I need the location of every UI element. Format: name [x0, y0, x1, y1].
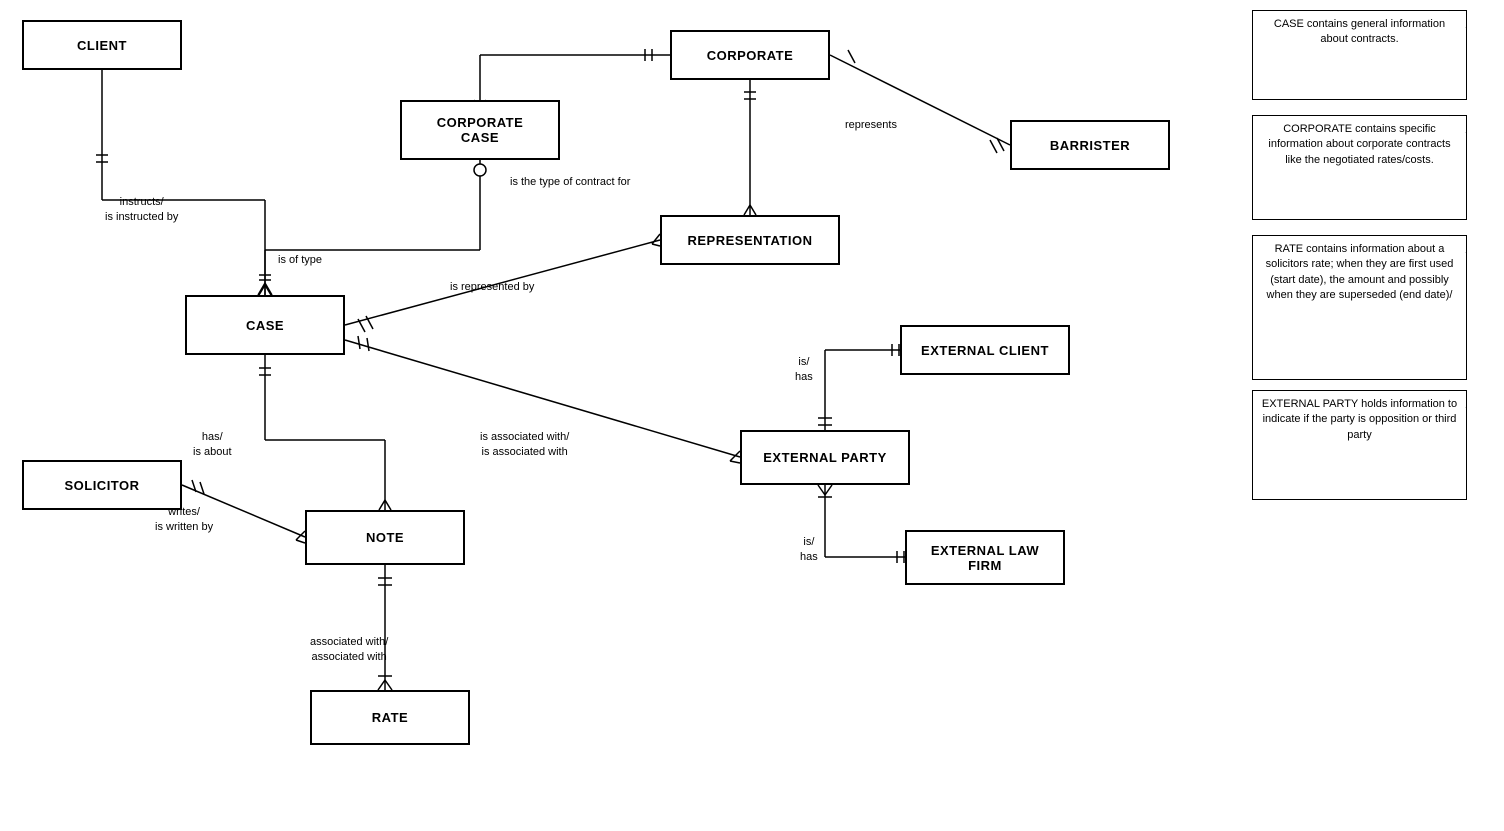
entity-solicitor-label: SOLICITOR: [64, 478, 139, 493]
note-external-party: EXTERNAL PARTY holds information to indi…: [1252, 390, 1467, 500]
entity-barrister-label: BARRISTER: [1050, 138, 1130, 153]
entity-corporate: CORPORATE: [670, 30, 830, 80]
rel-instructs: instructs/is instructed by: [105, 195, 178, 226]
entity-external-law-firm-label: EXTERNAL LAW FIRM: [931, 543, 1039, 573]
note-rate: RATE contains information about a solici…: [1252, 235, 1467, 380]
entity-note: NOTE: [305, 510, 465, 565]
rel-is-has-firm: is/has: [800, 535, 818, 566]
entity-client: CLIENT: [22, 20, 182, 70]
entity-external-client: EXTERNAL CLIENT: [900, 325, 1070, 375]
rel-associated-with: is associated with/is associated with: [480, 430, 569, 461]
note-case: CASE contains general information about …: [1252, 10, 1467, 100]
entity-corporate-case-label: CORPORATE CASE: [437, 115, 524, 145]
entity-case-label: CASE: [246, 318, 284, 333]
entity-representation-label: REPRESENTATION: [688, 233, 813, 248]
rel-associated-note: associated with/associated with: [310, 635, 388, 666]
entity-corporate-label: CORPORATE: [707, 48, 794, 63]
entity-rate-label: RATE: [372, 710, 408, 725]
rel-represented-by: is represented by: [450, 280, 534, 295]
entity-case: CASE: [185, 295, 345, 355]
erd-diagram: CLIENT CORPORATE CASE CORPORATE BARRISTE…: [0, 0, 1504, 831]
entity-solicitor: SOLICITOR: [22, 460, 182, 510]
rel-represents: represents: [845, 118, 897, 133]
rel-is-has-client: is/has: [795, 355, 813, 386]
note-corporate: CORPORATE contains specific information …: [1252, 115, 1467, 220]
entity-note-label: NOTE: [366, 530, 404, 545]
entity-external-law-firm: EXTERNAL LAW FIRM: [905, 530, 1065, 585]
rel-is-of-type: is of type: [278, 253, 322, 268]
entity-barrister: BARRISTER: [1010, 120, 1170, 170]
entity-corporate-case: CORPORATE CASE: [400, 100, 560, 160]
entity-representation: REPRESENTATION: [660, 215, 840, 265]
entity-rate: RATE: [310, 690, 470, 745]
entity-external-party: EXTERNAL PARTY: [740, 430, 910, 485]
entity-external-client-label: EXTERNAL CLIENT: [921, 343, 1049, 358]
rel-type-contract: is the type of contract for: [510, 175, 630, 190]
rel-writes: writes/is written by: [155, 505, 213, 536]
entity-external-party-label: EXTERNAL PARTY: [763, 450, 887, 465]
rel-has-about: has/is about: [193, 430, 232, 461]
entity-client-label: CLIENT: [77, 38, 127, 53]
